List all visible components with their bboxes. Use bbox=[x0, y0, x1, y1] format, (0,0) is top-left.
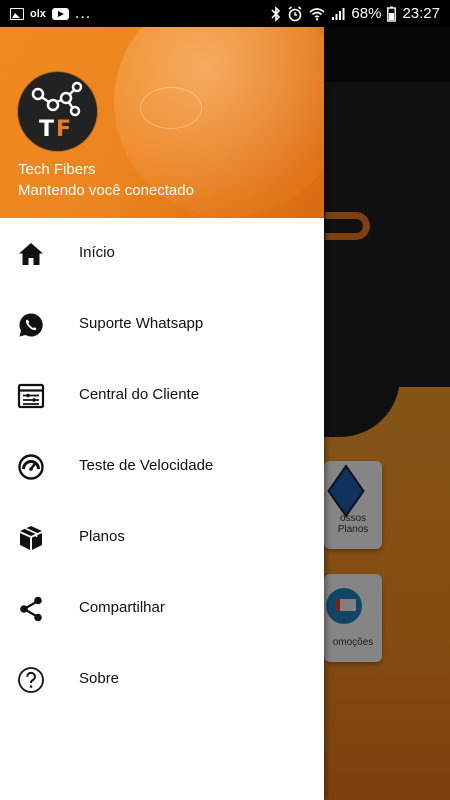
menu-item-planos[interactable]: Planos bbox=[0, 502, 324, 573]
menu-item-teste-de-velocidade[interactable]: Teste de Velocidade bbox=[0, 431, 324, 502]
drawer-menu: Início Suporte Whatsapp Central do Clien… bbox=[0, 218, 324, 715]
logo-letter-f: F bbox=[56, 117, 71, 142]
menu-item-label: Suporte Whatsapp bbox=[79, 315, 204, 332]
client-panel-icon bbox=[17, 383, 45, 409]
home-icon bbox=[19, 243, 43, 265]
bluetooth-icon bbox=[271, 5, 281, 22]
header-decoration bbox=[140, 87, 202, 129]
speedometer-icon bbox=[18, 454, 44, 480]
menu-item-inicio[interactable]: Início bbox=[0, 218, 324, 289]
alarm-icon bbox=[288, 5, 302, 21]
battery-percent: 68% bbox=[351, 5, 382, 22]
more-icon: ... bbox=[74, 5, 92, 22]
clock: 23:27 bbox=[402, 5, 440, 22]
app-title: Tech Fibers bbox=[18, 161, 96, 178]
menu-item-central-do-cliente[interactable]: Central do Cliente bbox=[0, 360, 324, 431]
network-logo-icon: T F bbox=[31, 81, 83, 142]
signal-icon bbox=[332, 7, 345, 20]
logo-letter-t: T bbox=[39, 117, 54, 142]
battery-icon bbox=[387, 6, 397, 22]
brand-logo: T F bbox=[18, 72, 97, 151]
youtube-icon bbox=[51, 8, 69, 20]
image-icon bbox=[10, 8, 24, 20]
menu-item-label: Teste de Velocidade bbox=[79, 457, 214, 474]
menu-item-suporte-whatsapp[interactable]: Suporte Whatsapp bbox=[0, 289, 324, 360]
package-icon bbox=[20, 526, 42, 550]
menu-item-sobre[interactable]: Sobre bbox=[0, 644, 324, 715]
menu-item-label: Planos bbox=[79, 528, 125, 545]
menu-item-label: Compartilhar bbox=[79, 599, 165, 616]
menu-item-compartilhar[interactable]: Compartilhar bbox=[0, 573, 324, 644]
wifi-icon bbox=[309, 7, 325, 20]
olx-icon: olx bbox=[30, 8, 46, 20]
navigation-drawer: T F Tech Fibers Mantendo você conectado … bbox=[0, 27, 324, 800]
menu-item-label: Central do Cliente bbox=[79, 386, 200, 403]
status-bar-right: 68% 23:27 bbox=[271, 4, 440, 23]
help-icon bbox=[18, 667, 44, 693]
status-bar: olx ... 68% 23:27 bbox=[0, 0, 450, 27]
whatsapp-icon bbox=[19, 313, 43, 337]
app-subtitle: Mantendo você conectado bbox=[18, 182, 194, 199]
share-icon bbox=[20, 596, 42, 622]
menu-item-label: Início bbox=[79, 244, 115, 261]
menu-item-label: Sobre bbox=[79, 670, 120, 687]
drawer-header: T F Tech Fibers Mantendo você conectado bbox=[0, 27, 324, 218]
status-bar-left: olx ... bbox=[10, 5, 91, 23]
